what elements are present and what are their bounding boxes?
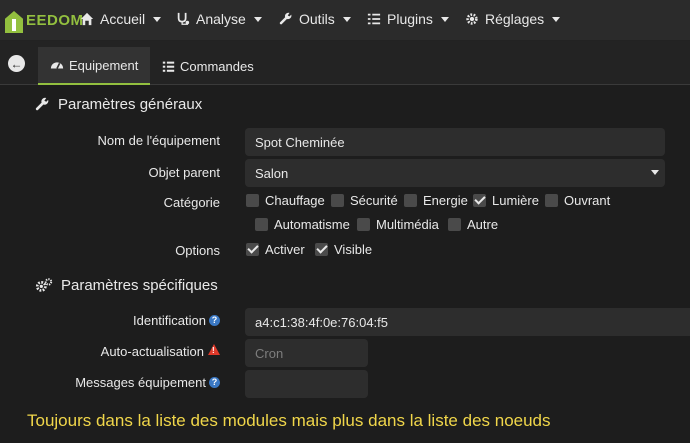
checkbox[interactable] — [246, 194, 259, 207]
category-ouvrant[interactable]: Ouvrant — [545, 193, 610, 208]
chevron-down-icon — [253, 16, 262, 22]
category-ouvrant-label: Ouvrant — [564, 193, 611, 208]
parent-object-select[interactable]: Salon — [245, 159, 665, 187]
checkbox[interactable] — [357, 218, 370, 231]
checkbox[interactable] — [448, 218, 461, 231]
options-label: Options — [175, 243, 220, 258]
nav-accueil[interactable]: Accueil — [80, 11, 162, 27]
chevron-down-icon — [651, 170, 659, 175]
category-chauffage-label: Chauffage — [265, 193, 325, 208]
category-multimedia-label: Multimédia — [376, 217, 439, 232]
gears-icon — [466, 13, 478, 25]
tab-equipement[interactable]: Equipement — [38, 47, 151, 85]
parent-label: Objet parent — [148, 165, 220, 180]
specific-params-title: Paramètres spécifiques — [61, 277, 218, 294]
option-activer-label: Activer — [265, 242, 305, 257]
nav-outils[interactable]: Outils — [279, 11, 351, 27]
cogs-icon — [35, 278, 53, 292]
category-lumiere-label: Lumière — [492, 193, 539, 208]
category-automatisme-label: Automatisme — [274, 217, 350, 232]
back-arrow-icon[interactable]: ← — [8, 55, 25, 72]
tab-commandes[interactable]: Commandes — [150, 47, 266, 85]
category-chauffage[interactable]: Chauffage — [246, 193, 325, 208]
category-autre-label: Autre — [467, 217, 499, 232]
nav-plugins[interactable]: Plugins — [367, 11, 449, 27]
category-automatisme[interactable]: Automatisme — [255, 217, 350, 232]
option-activer[interactable]: Activer — [246, 242, 305, 257]
jeedom-logo[interactable]: EEDOM — [4, 6, 84, 34]
stethoscope-icon — [177, 12, 190, 25]
checkbox[interactable] — [545, 194, 558, 207]
wrench-icon — [35, 97, 49, 111]
checkbox[interactable] — [331, 194, 344, 207]
auto-refresh-label: Auto-actualisation — [101, 344, 220, 359]
name-label: Nom de l'équipement — [97, 133, 220, 148]
nav-outils-label: Outils — [299, 11, 335, 27]
messages-label-text: Messages équipement — [75, 375, 206, 390]
annotation-note: Toujours dans la liste des modules mais … — [27, 411, 551, 430]
checkbox-checked[interactable] — [246, 243, 259, 256]
chevron-down-icon — [440, 16, 449, 22]
checkbox[interactable] — [255, 218, 268, 231]
equipment-name-field[interactable]: Spot Cheminée — [245, 128, 665, 156]
nav-analyse-label: Analyse — [196, 11, 246, 27]
nav-plugins-label: Plugins — [387, 11, 433, 27]
chevron-down-icon — [342, 16, 351, 22]
help-icon[interactable]: ? — [209, 315, 220, 326]
parent-object-value: Salon — [255, 165, 289, 181]
chevron-down-icon — [552, 16, 561, 22]
messages-input[interactable] — [245, 370, 368, 398]
category-securite-label: Sécurité — [350, 193, 398, 208]
help-icon[interactable]: ? — [209, 377, 220, 388]
cron-input[interactable]: Cron — [245, 339, 368, 367]
category-energie-label: Energie — [423, 193, 468, 208]
general-params-heading: Paramètres généraux — [35, 96, 202, 113]
category-autre[interactable]: Autre — [448, 217, 498, 232]
specific-params-heading: Paramètres spécifiques — [35, 277, 218, 294]
tab-equipement-label: Equipement — [69, 57, 139, 73]
top-navbar: EEDOM Accueil Analyse Outils Plugins Rég… — [0, 0, 690, 41]
identification-label: Identification? — [133, 313, 220, 328]
home-icon — [80, 12, 94, 26]
category-multimedia[interactable]: Multimédia — [357, 217, 439, 232]
list-icon — [162, 61, 175, 72]
chevron-down-icon — [153, 16, 162, 22]
tachometer-icon — [50, 62, 64, 69]
auto-refresh-label-text: Auto-actualisation — [100, 344, 204, 359]
category-label: Catégorie — [163, 195, 220, 210]
option-visible[interactable]: Visible — [315, 242, 372, 257]
identification-field[interactable]: a4:c1:38:4f:0e:76:04:f5 — [245, 308, 690, 336]
checkbox-checked[interactable] — [315, 243, 328, 256]
messages-label: Messages équipement? — [75, 375, 220, 390]
warning-icon[interactable] — [208, 344, 220, 355]
identification-label-text: Identification — [133, 313, 206, 328]
logo-house-icon — [4, 7, 24, 33]
tab-commandes-label: Commandes — [180, 58, 254, 74]
nav-reglages[interactable]: Réglages — [465, 11, 561, 27]
category-securite[interactable]: Sécurité — [331, 193, 398, 208]
tasks-icon — [367, 13, 381, 25]
checkbox-checked[interactable] — [473, 194, 486, 207]
nav-reglages-label: Réglages — [485, 11, 545, 27]
checkbox[interactable] — [404, 194, 417, 207]
wrench-icon — [279, 12, 292, 25]
nav-accueil-label: Accueil — [100, 11, 146, 27]
option-visible-label: Visible — [334, 242, 373, 257]
general-params-title: Paramètres généraux — [58, 96, 203, 113]
category-lumiere[interactable]: Lumière — [473, 193, 539, 208]
equipment-tabs: ← Equipement Commandes — [0, 41, 690, 85]
category-energie[interactable]: Energie — [404, 193, 468, 208]
nav-analyse[interactable]: Analyse — [176, 11, 262, 27]
logo-text: EEDOM — [26, 11, 84, 29]
